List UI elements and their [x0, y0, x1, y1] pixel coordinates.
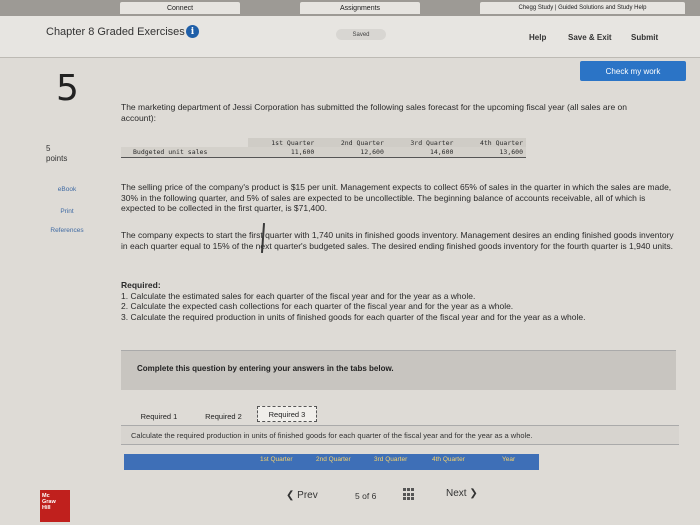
column-header: 3rd Quarter: [374, 456, 408, 463]
browser-tab-chegg[interactable]: Chegg Study | Guided Solutions and Study…: [480, 2, 685, 14]
mcgraw-hill-logo: Mc Graw Hill: [40, 490, 70, 522]
prev-button[interactable]: ❮ Prev: [286, 490, 318, 501]
table-header-blank: [121, 138, 248, 147]
references-link[interactable]: References: [40, 227, 94, 234]
table-cell: 14,600: [386, 147, 457, 158]
table-row-label: Budgeted unit sales: [121, 147, 248, 158]
required-title: Required:: [121, 280, 161, 290]
page-total: 6: [371, 491, 377, 501]
print-link[interactable]: Print: [40, 208, 94, 215]
points-value: 5: [46, 144, 51, 153]
table-cell: 11,600: [247, 147, 318, 158]
tab-instruction: Calculate the required production in uni…: [131, 431, 533, 440]
column-header: 4th Quarter: [432, 456, 465, 463]
required-item: 1. Calculate the estimated sales for eac…: [121, 290, 476, 301]
table-cell: 13,600: [456, 147, 526, 158]
check-my-work-button[interactable]: Check my work: [580, 61, 686, 81]
table-header: 4th Quarter: [456, 138, 526, 147]
chevron-left-icon: ❮: [286, 490, 295, 501]
inventory-paragraph: The company expects to start the first q…: [121, 230, 674, 251]
page-current: 5: [355, 491, 360, 501]
answer-column-headers: 1st Quarter 2nd Quarter 3rd Quarter 4th …: [124, 454, 539, 470]
points-label: points: [46, 154, 68, 163]
table-header: 3rd Quarter: [386, 138, 457, 147]
logo-text: Hill: [42, 505, 51, 511]
assignment-title: Chapter 8 Graded Exercises: [46, 26, 185, 38]
column-header: Year: [502, 456, 516, 463]
ebook-link[interactable]: eBook: [40, 186, 94, 193]
points-info: 5 points: [46, 144, 67, 164]
save-exit-button[interactable]: Save & Exit: [568, 33, 612, 42]
column-header: 1st Quarter: [260, 456, 293, 463]
table-cell: 12,600: [317, 147, 387, 158]
info-icon[interactable]: i: [186, 25, 199, 38]
browser-tab-assignments[interactable]: Assignments: [300, 2, 420, 14]
tab-required-2[interactable]: Required 2: [196, 409, 251, 423]
prev-label: Prev: [297, 490, 318, 501]
complete-banner: Complete this question by entering your …: [121, 350, 676, 390]
chevron-right-icon: ❯: [469, 488, 478, 499]
pricing-paragraph: The selling price of the company's produ…: [121, 182, 672, 213]
submit-button[interactable]: Submit: [631, 33, 658, 42]
tab-instruction-bar: Calculate the required production in uni…: [121, 425, 679, 445]
complete-instruction: Complete this question by entering your …: [137, 364, 394, 373]
question-number: 5: [56, 68, 79, 109]
question-content: Check my work 5 5 points eBook Print Ref…: [0, 58, 700, 525]
page-of: of: [362, 491, 370, 501]
table-header: 1st Quarter: [247, 138, 318, 147]
required-section: Required: 1. Calculate the estimated sal…: [121, 280, 681, 322]
page-indicator: 5 of 6: [355, 491, 376, 501]
browser-tab-connect[interactable]: Connect: [120, 2, 240, 14]
saved-indicator: Saved: [336, 29, 386, 40]
grid-icon[interactable]: [403, 488, 416, 501]
assignment-header: Chapter 8 Graded Exercises i Saved Help …: [0, 16, 700, 58]
table-header: 2nd Quarter: [317, 138, 387, 147]
help-button[interactable]: Help: [529, 33, 546, 42]
column-header: 2nd Quarter: [316, 456, 351, 463]
next-button[interactable]: Next ❯: [446, 488, 478, 499]
sales-forecast-table: 1st Quarter 2nd Quarter 3rd Quarter 4th …: [121, 138, 526, 158]
required-item: 3. Calculate the required production in …: [121, 311, 586, 322]
browser-tab-bar: Connect Assignments Chegg Study | Guided…: [0, 0, 700, 16]
tab-required-1[interactable]: Required 1: [133, 409, 185, 423]
tab-required-3[interactable]: Required 3: [257, 406, 317, 422]
intro-paragraph: The marketing department of Jessi Corpor…: [121, 102, 627, 123]
required-item: 2. Calculate the expected cash collectio…: [121, 301, 514, 311]
next-label: Next: [446, 488, 467, 499]
